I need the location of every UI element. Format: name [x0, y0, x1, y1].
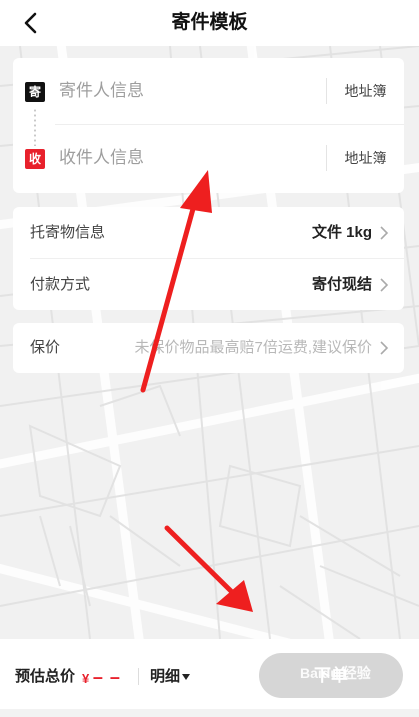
shipment-options-card: 托寄物信息 文件 1kg 付款方式 寄付现结: [13, 207, 404, 310]
currency-symbol: ¥: [82, 671, 90, 686]
payment-method-label: 付款方式: [30, 276, 91, 293]
bottom-bar: 预估总价 ¥ – – 明细 下单 Baidu 经验: [0, 639, 419, 709]
receiver-badge: 收: [25, 149, 45, 169]
top-bar: 寄件模板: [0, 0, 419, 46]
watermark: Baidu 经验: [300, 665, 371, 681]
estimated-price: ¥ – –: [82, 639, 121, 717]
divider: [138, 668, 139, 685]
insurance-row[interactable]: 保价 未保价物品最高赔7倍运费,建议保价: [13, 323, 404, 373]
payment-method-row[interactable]: 付款方式 寄付现结: [13, 259, 404, 310]
caret-down-icon: [182, 674, 191, 681]
chevron-right-icon: [380, 341, 389, 355]
goods-info-label: 托寄物信息: [30, 224, 106, 241]
price-detail-button[interactable]: 明细: [150, 639, 191, 715]
price-amount: – –: [92, 667, 121, 687]
insurance-label: 保价: [30, 339, 61, 356]
address-card: 寄 寄件人信息 地址簿 收 收件人信息 地址簿: [13, 58, 404, 193]
payment-method-value: 寄付现结: [311, 276, 372, 293]
receiver-info-field[interactable]: 收件人信息: [59, 125, 144, 191]
goods-info-row[interactable]: 托寄物信息 文件 1kg: [13, 207, 404, 259]
sender-address-book-button[interactable]: 地址簿: [327, 58, 404, 124]
estimated-total-label: 预估总价: [15, 668, 76, 685]
page-title: 寄件模板: [171, 12, 248, 33]
insurance-card: 保价 未保价物品最高赔7倍运费,建议保价: [13, 323, 404, 373]
receiver-address-book-button[interactable]: 地址簿: [327, 125, 404, 191]
chevron-right-icon: [380, 226, 389, 240]
insurance-hint: 未保价物品最高赔7倍运费,建议保价: [134, 339, 372, 356]
detail-label: 明细: [150, 668, 181, 685]
chevron-right-icon: [380, 278, 389, 292]
goods-info-value: 文件 1kg: [311, 224, 372, 241]
sender-info-field[interactable]: 寄件人信息: [59, 58, 144, 124]
sender-row[interactable]: 寄 寄件人信息 地址簿: [13, 58, 404, 124]
sender-badge: 寄: [25, 82, 45, 102]
receiver-row[interactable]: 收 收件人信息 地址簿: [13, 125, 404, 191]
